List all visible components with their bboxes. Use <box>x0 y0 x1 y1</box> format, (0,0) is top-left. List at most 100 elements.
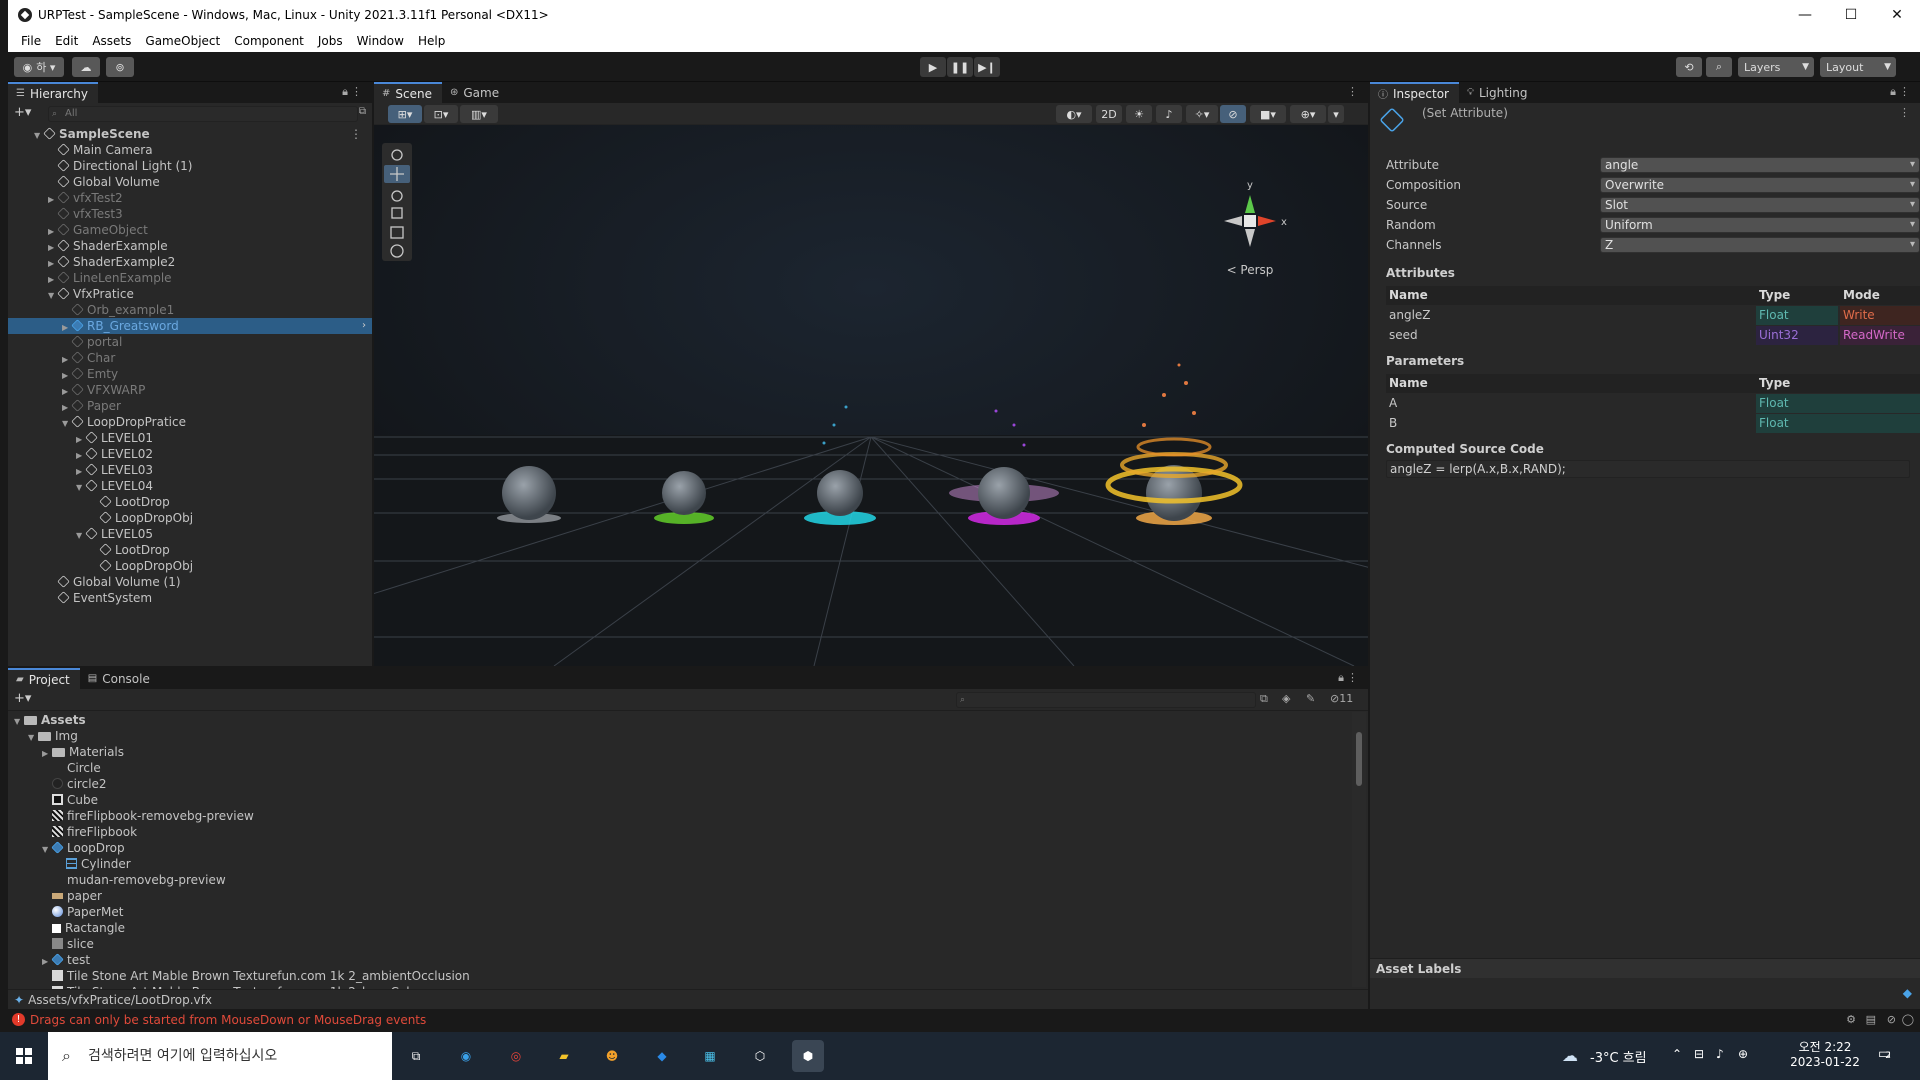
camera-settings-icon[interactable]: ■▾ <box>1250 105 1286 123</box>
step-button[interactable]: ▶❙ <box>974 57 1000 77</box>
gizmo-pivot-button[interactable]: ⊞▾ <box>388 105 422 123</box>
computed-source-code[interactable]: angleZ = lerp(A.x,B.x,RAND); <box>1386 460 1910 478</box>
messenger-app-icon[interactable]: ☻ <box>596 1040 628 1072</box>
hierarchy-item[interactable]: ▶ Char <box>8 350 372 366</box>
hidden-packages-icon[interactable]: ⊘11 <box>1330 692 1353 705</box>
hierarchy-item[interactable]: Global Volume <box>8 174 372 190</box>
hierarchy-item[interactable]: portal <box>8 334 372 350</box>
project-search-input[interactable]: ⌕ <box>956 692 1256 708</box>
scrollbar-thumb[interactable] <box>1356 732 1362 786</box>
hierarchy-item[interactable]: ▶ LEVEL01 <box>8 430 372 446</box>
project-item[interactable]: ▶ test <box>8 952 1348 968</box>
debug-icon[interactable]: ⚙ <box>1846 1013 1856 1026</box>
tray-ime-icon[interactable]: ⊕ <box>1738 1047 1748 1061</box>
search-icon[interactable]: ⌕ <box>1706 57 1732 77</box>
tab-project[interactable]: ▰ Project <box>8 668 80 689</box>
hierarchy-item[interactable]: LoopDropObj <box>8 558 372 574</box>
edge-browser-icon[interactable]: ◉ <box>450 1040 482 1072</box>
hierarchy-item[interactable]: Orb_example1 <box>8 302 372 318</box>
cache-icon[interactable]: ▤ <box>1866 1013 1876 1026</box>
lock-icon[interactable]: 🔒︎ <box>1338 671 1344 685</box>
project-item[interactable]: Ractangle <box>8 920 1348 936</box>
project-item[interactable]: ▼ Assets <box>8 712 1348 728</box>
menu-component[interactable]: Component <box>227 34 311 48</box>
project-scrollbar[interactable] <box>1352 712 1366 987</box>
scene-viewport[interactable]: y x < Persp <box>374 125 1368 666</box>
project-item[interactable]: ▶ Materials <box>8 744 1348 760</box>
pause-button[interactable]: ❚❚ <box>947 57 973 77</box>
pinned-app-icon[interactable]: ◆ <box>646 1040 678 1072</box>
hierarchy-item[interactable]: Global Volume (1) <box>8 574 372 590</box>
property-dropdown[interactable]: Slot <box>1600 197 1920 213</box>
collab-icon[interactable]: ⊚ <box>106 57 134 77</box>
kebab-menu-icon[interactable]: ⋮ <box>1347 85 1358 98</box>
status-error-message[interactable]: Drags can only be started from MouseDown… <box>30 1013 426 1027</box>
menu-help[interactable]: Help <box>411 34 452 48</box>
account-dropdown[interactable]: ◉ 하 ▾ <box>14 57 64 77</box>
toggle-2d-button[interactable]: 2D <box>1096 105 1122 123</box>
task-view-icon[interactable]: ⧉ <box>400 1040 432 1072</box>
project-item[interactable]: ▼ LoopDrop <box>8 840 1348 856</box>
minimize-button[interactable]: — <box>1782 0 1828 30</box>
tab-hierarchy[interactable]: ☰ Hierarchy <box>8 82 98 103</box>
project-item[interactable]: PaperMet <box>8 904 1348 920</box>
add-icon[interactable]: +▾ <box>14 105 31 120</box>
unity-editor-icon[interactable]: ⬢ <box>792 1040 824 1072</box>
hierarchy-item[interactable]: ▼ LoopDropPratice <box>8 414 372 430</box>
windows-start-icon[interactable] <box>8 1040 40 1072</box>
hierarchy-item[interactable]: LootDrop <box>8 542 372 558</box>
tab-console[interactable]: ▤ Console <box>80 668 160 689</box>
weather-text[interactable]: -3°C 흐림 <box>1590 1047 1647 1066</box>
project-item[interactable]: paper <box>8 888 1348 904</box>
project-item[interactable]: Cylinder <box>8 856 1348 872</box>
close-button[interactable]: ✕ <box>1874 0 1920 30</box>
filter-label-icon[interactable]: ◈ <box>1282 692 1290 705</box>
progress-check-icon[interactable]: ◯ <box>1902 1013 1914 1026</box>
history-icon[interactable]: ⟲ <box>1676 57 1702 77</box>
component-menu-icon[interactable]: ⋮ <box>1899 106 1910 119</box>
taskbar-search-input[interactable]: ⌕ 검색하려면 여기에 입력하십시오 <box>48 1032 392 1080</box>
menu-assets[interactable]: Assets <box>85 34 138 48</box>
hierarchy-item[interactable]: ▶ GameObject <box>8 222 372 238</box>
hierarchy-item[interactable]: ▶ RB_Greatsword › <box>8 318 372 334</box>
property-dropdown[interactable]: Z <box>1600 237 1920 253</box>
hierarchy-item[interactable]: ▼ LEVEL05 <box>8 526 372 542</box>
tray-chevron-icon[interactable]: ⌃ <box>1672 1047 1682 1061</box>
scene-menu-icon[interactable]: ⋮ <box>350 126 362 142</box>
maximize-button[interactable]: ☐ <box>1828 0 1874 30</box>
tray-volume-icon[interactable]: ♪ <box>1716 1047 1724 1061</box>
grid-snap-button[interactable]: ⊡▾ <box>424 105 458 123</box>
property-dropdown[interactable]: Overwrite <box>1600 177 1920 193</box>
favorite-icon[interactable]: ✎ <box>1306 692 1315 705</box>
unity-hub-icon[interactable]: ⬡ <box>744 1040 776 1072</box>
hierarchy-item[interactable]: Main Camera <box>8 142 372 158</box>
hierarchy-item[interactable]: vfxTest3 <box>8 206 372 222</box>
menu-jobs[interactable]: Jobs <box>311 34 350 48</box>
project-item[interactable]: ▼ Img <box>8 728 1348 744</box>
lock-icon[interactable]: 🔒︎ <box>1890 85 1896 99</box>
effects-toggle-icon[interactable]: ✧▾ <box>1186 105 1218 123</box>
menu-window[interactable]: Window <box>350 34 411 48</box>
hierarchy-item[interactable]: ▼ LEVEL04 <box>8 478 372 494</box>
weather-cloud-icon[interactable]: ☁ <box>1562 1046 1578 1065</box>
hierarchy-item[interactable]: ▶ vfxTest2 <box>8 190 372 206</box>
hierarchy-item[interactable]: ▼ VfxPratice <box>8 286 372 302</box>
microsoft-store-icon[interactable]: ▦ <box>694 1040 726 1072</box>
hierarchy-search-input[interactable]: ⌕ All <box>48 106 358 122</box>
label-tag-icon[interactable]: ◆ <box>1903 986 1912 1000</box>
hierarchy-item[interactable]: LootDrop <box>8 494 372 510</box>
tab-scene[interactable]: # Scene <box>374 82 442 103</box>
scene-visibility-icon[interactable]: ⧉ <box>359 106 366 117</box>
bake-icon[interactable]: ⊘ <box>1887 1013 1896 1026</box>
notification-icon[interactable]: ▭2 <box>1878 1046 1891 1062</box>
kebab-menu-icon[interactable]: ⋮ <box>1347 671 1358 684</box>
hierarchy-item[interactable]: ▼ SampleScene ⋮ <box>8 126 372 142</box>
file-explorer-icon[interactable]: ▰ <box>548 1040 580 1072</box>
property-dropdown[interactable]: Uniform <box>1600 217 1920 233</box>
hierarchy-item[interactable]: ▶ ShaderExample2 <box>8 254 372 270</box>
hierarchy-item[interactable]: EventSystem <box>8 590 372 606</box>
audio-toggle-icon[interactable]: ♪ <box>1156 105 1182 123</box>
menu-gameobject[interactable]: GameObject <box>138 34 227 48</box>
prefab-open-icon[interactable]: › <box>362 318 366 334</box>
kebab-menu-icon[interactable]: ⋮ <box>1899 85 1910 98</box>
